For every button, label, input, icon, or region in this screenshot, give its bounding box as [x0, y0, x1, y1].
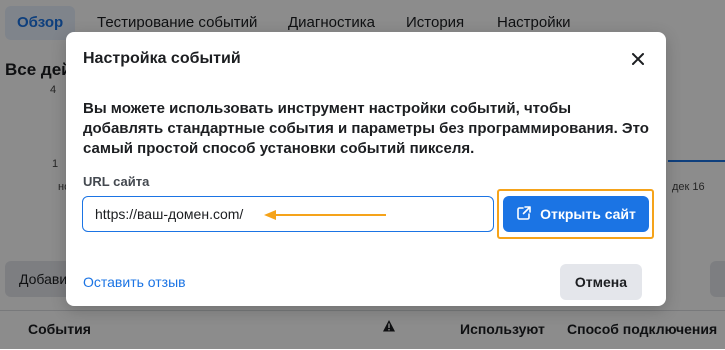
- event-setup-dialog: Настройка событий Вы можете использовать…: [66, 32, 666, 306]
- close-button[interactable]: [626, 47, 650, 71]
- dialog-title: Настройка событий: [83, 50, 241, 67]
- leave-feedback-link[interactable]: Оставить отзыв: [83, 274, 186, 290]
- external-link-icon: [516, 205, 532, 224]
- open-website-button[interactable]: Открыть сайт: [503, 196, 649, 232]
- open-website-label: Открыть сайт: [540, 206, 636, 222]
- website-url-label: URL сайта: [83, 174, 150, 189]
- dialog-description: Вы можете использовать инструмент настро…: [83, 100, 649, 157]
- arrow-left-icon: [264, 208, 388, 226]
- cancel-button[interactable]: Отмена: [560, 264, 642, 300]
- close-icon: [626, 53, 650, 75]
